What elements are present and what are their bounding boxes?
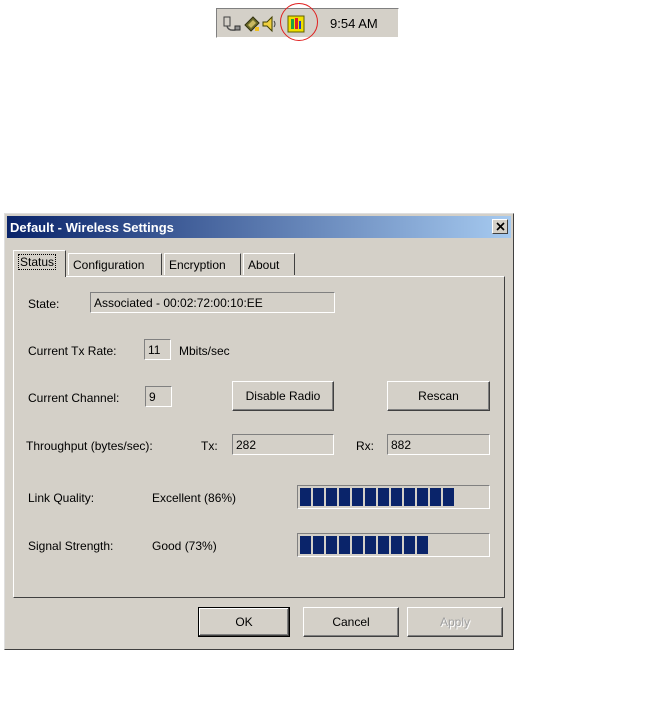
signal-strength-value: Good (73%) [152, 539, 217, 553]
bar-segment [352, 536, 363, 554]
tab-about[interactable]: About [243, 253, 295, 275]
ok-button[interactable]: OK [198, 607, 290, 637]
pc-card-icon[interactable] [243, 15, 261, 33]
bar-segment [417, 488, 428, 506]
state-field: Associated - 00:02:72:00:10:EE [90, 292, 335, 313]
rx-label: Rx: [356, 439, 374, 453]
status-panel: State: Associated - 00:02:72:00:10:EE Cu… [13, 276, 505, 598]
close-button[interactable] [492, 219, 508, 234]
bar-segment [365, 536, 376, 554]
bar-segment [378, 488, 389, 506]
bar-segment [430, 488, 441, 506]
bar-segment [300, 536, 311, 554]
signal-strength-bar [297, 533, 490, 557]
bar-segment [391, 536, 402, 554]
bar-segment [339, 488, 350, 506]
link-quality-bar-fill [300, 488, 454, 506]
tab-encryption[interactable]: Encryption [164, 253, 241, 275]
bar-segment [352, 488, 363, 506]
tab-status[interactable]: Status [13, 250, 66, 277]
link-quality-value: Excellent (86%) [152, 491, 237, 505]
tx-bytes-field: 282 [232, 434, 334, 455]
speaker-icon[interactable] [261, 15, 279, 33]
wireless-settings-window: Default - Wireless Settings Status Confi… [4, 213, 514, 650]
bar-segment [300, 488, 311, 506]
rx-bytes-field: 882 [387, 434, 490, 455]
bar-segment [313, 488, 324, 506]
window-title: Default - Wireless Settings [10, 220, 174, 235]
bar-segment [443, 488, 454, 506]
channel-field: 9 [145, 386, 172, 407]
apply-button: Apply [407, 607, 503, 637]
disable-radio-button[interactable]: Disable Radio [232, 381, 334, 411]
bar-segment [404, 536, 415, 554]
tx-label: Tx: [201, 439, 218, 453]
title-bar[interactable]: Default - Wireless Settings [7, 216, 511, 238]
link-quality-label: Link Quality: [28, 491, 95, 505]
network-icon[interactable] [223, 15, 241, 33]
state-label: State: [28, 297, 60, 311]
bar-segment [417, 536, 428, 554]
bar-segment [313, 536, 324, 554]
signal-strength-bar-fill [300, 536, 428, 554]
bar-segment [378, 536, 389, 554]
tx-rate-label: Current Tx Rate: [28, 344, 117, 358]
bar-segment [404, 488, 415, 506]
bar-segment [326, 536, 337, 554]
bar-segment [391, 488, 402, 506]
throughput-label: Throughput (bytes/sec): [26, 439, 153, 453]
bar-segment [339, 536, 350, 554]
cancel-button[interactable]: Cancel [303, 607, 399, 637]
bar-segment [365, 488, 376, 506]
tx-rate-field: 11 [144, 339, 171, 360]
rescan-button[interactable]: Rescan [387, 381, 490, 411]
close-icon [496, 222, 505, 231]
bar-segment [326, 488, 337, 506]
tx-rate-unit: Mbits/sec [179, 344, 230, 358]
highlight-circle [280, 3, 318, 41]
link-quality-bar [297, 485, 490, 509]
tray-clock[interactable]: 9:54 AM [330, 16, 378, 31]
channel-label: Current Channel: [28, 391, 120, 405]
tab-configuration[interactable]: Configuration [68, 253, 162, 275]
signal-strength-label: Signal Strength: [28, 539, 114, 553]
